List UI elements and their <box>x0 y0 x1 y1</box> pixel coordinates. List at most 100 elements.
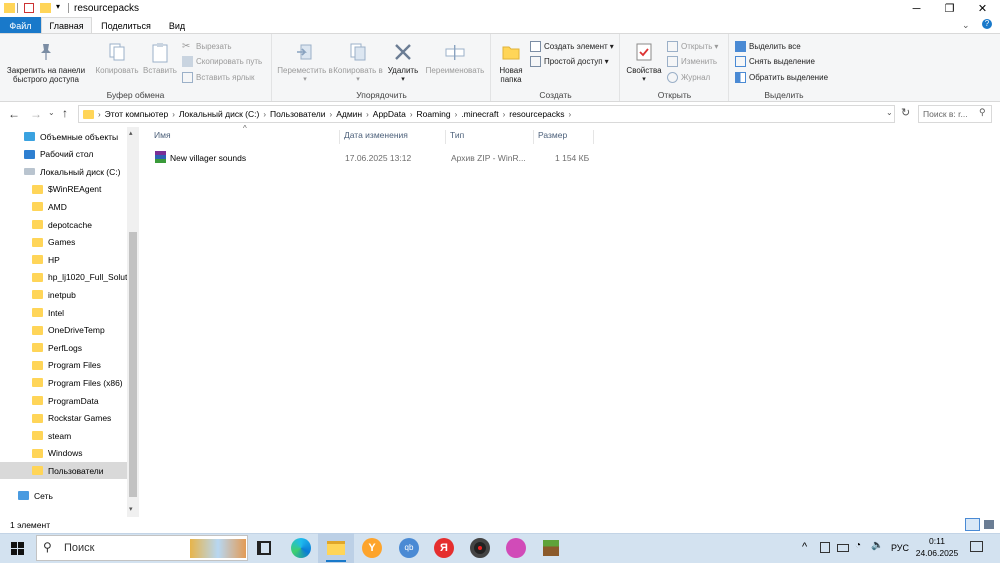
nav-item[interactable]: Program Files <box>0 357 128 374</box>
rename-button[interactable]: Переименовать <box>421 42 489 75</box>
history-button[interactable]: Журнал <box>667 72 710 83</box>
breadcrumb-item[interactable]: Пользователи <box>270 109 325 119</box>
paste-shortcut-button[interactable]: Вставить ярлык <box>182 72 255 83</box>
chevron-right-icon[interactable]: › <box>263 110 266 119</box>
yandex-browser-icon[interactable]: Y <box>362 538 382 558</box>
nav-item[interactable]: $WinREAgent <box>0 181 128 198</box>
tab-share[interactable]: Поделиться <box>96 17 156 34</box>
column-name[interactable]: Имя <box>152 130 340 144</box>
paste-button[interactable]: Вставить <box>142 42 178 75</box>
new-item-button[interactable]: Создать элемент ▾ <box>530 41 614 52</box>
yandex-icon[interactable]: Я <box>434 538 454 558</box>
recorder-icon[interactable] <box>470 538 490 558</box>
chevron-right-icon[interactable]: › <box>569 110 572 119</box>
address-dropdown-icon[interactable]: ⌄ <box>886 108 893 117</box>
game-launcher-icon[interactable] <box>506 538 526 558</box>
show-hidden-icons-icon[interactable]: ^ <box>802 541 807 553</box>
column-type[interactable]: Тип <box>448 130 534 144</box>
chevron-right-icon[interactable]: › <box>366 110 369 119</box>
chevron-right-icon[interactable]: › <box>172 110 175 119</box>
camera-icon[interactable] <box>820 542 830 553</box>
up-arrow-icon[interactable]: ↑ <box>62 106 68 120</box>
forward-arrow-icon[interactable]: → <box>30 107 42 121</box>
nav-item[interactable]: HP <box>0 251 128 268</box>
invert-selection-button[interactable]: Обратить выделение <box>735 72 828 83</box>
nav-item[interactable]: AMD <box>0 198 128 215</box>
file-explorer-icon[interactable] <box>327 541 345 555</box>
nav-item[interactable]: Program Files (x86) <box>0 374 128 391</box>
nav-item[interactable]: depotcache <box>0 216 128 233</box>
nav-item[interactable]: inetpub <box>0 286 128 303</box>
task-view-icon[interactable] <box>257 541 271 555</box>
breadcrumb-item[interactable]: Roaming <box>417 109 451 119</box>
nav-scrollbar[interactable]: ▴ ▾ <box>127 127 139 517</box>
breadcrumb-item[interactable]: Админ <box>336 109 362 119</box>
nav-item[interactable]: hp_lj1020_Full_Solutio <box>0 269 128 286</box>
scroll-up-icon[interactable]: ▴ <box>129 129 133 137</box>
easy-access-button[interactable]: Простой доступ ▾ <box>530 56 609 67</box>
nav-item[interactable]: OneDriveTemp <box>0 322 128 339</box>
back-arrow-icon[interactable]: ← <box>8 107 20 121</box>
refresh-icon[interactable]: ↻ <box>901 106 910 119</box>
nav-item[interactable]: ProgramData <box>0 392 128 409</box>
copy-to-button[interactable]: Копировать в ▾ <box>333 42 383 84</box>
language-indicator[interactable]: РУС <box>891 543 909 553</box>
edge-browser-icon[interactable] <box>291 538 311 558</box>
pin-quick-access-button[interactable]: Закрепить на панели быстрого доступа <box>2 42 90 84</box>
delete-button[interactable]: Удалить ▾ <box>385 42 421 84</box>
maximize-button[interactable]: ❐ <box>933 0 966 17</box>
windows-start-icon[interactable] <box>11 542 24 555</box>
chevron-right-icon[interactable]: › <box>455 110 458 119</box>
recent-locations-icon[interactable]: ⌄ <box>48 108 55 117</box>
battery-icon[interactable] <box>837 544 849 552</box>
tab-file[interactable]: Файл <box>0 17 41 34</box>
notifications-icon[interactable] <box>970 541 983 552</box>
edit-button[interactable]: Изменить <box>667 56 717 67</box>
help-icon[interactable]: ? <box>982 19 992 29</box>
cut-button[interactable]: ✂ Вырезать <box>182 41 232 52</box>
new-folder-quick-icon[interactable] <box>40 3 51 13</box>
select-none-button[interactable]: Снять выделение <box>735 56 815 67</box>
nav-item[interactable]: Объемные объекты <box>0 128 128 145</box>
minecraft-icon[interactable] <box>543 540 559 556</box>
nav-item[interactable]: Intel <box>0 304 128 321</box>
large-icons-view-icon[interactable] <box>984 520 994 529</box>
quick-access-dropdown-icon[interactable]: ▾ <box>56 2 60 11</box>
copy-button[interactable]: Копировать <box>92 42 142 75</box>
nav-item[interactable]: Пользователи <box>0 462 128 480</box>
tab-home[interactable]: Главная <box>41 17 92 34</box>
breadcrumb-item[interactable]: .minecraft <box>461 109 498 119</box>
details-view-icon[interactable] <box>965 518 980 531</box>
nav-item-network[interactable]: Сеть <box>0 487 128 504</box>
move-to-button[interactable]: Переместить в ▾ <box>277 42 333 84</box>
chevron-right-icon[interactable]: › <box>410 110 413 119</box>
close-button[interactable]: ✕ <box>966 0 999 17</box>
taskbar-search-box[interactable]: ⚲ Поиск <box>36 535 248 561</box>
copy-path-button[interactable]: Скопировать путь <box>182 56 262 67</box>
breadcrumb-item[interactable]: AppData <box>373 109 406 119</box>
collapse-ribbon-icon[interactable]: ⌄ <box>962 20 970 31</box>
breadcrumb-item[interactable]: resourcepacks <box>509 109 564 119</box>
breadcrumb-item[interactable]: Локальный диск (C:) <box>179 109 259 119</box>
column-size[interactable]: Размер <box>536 130 594 144</box>
file-name[interactable]: New villager sounds <box>170 153 246 163</box>
scrollbar-thumb[interactable] <box>129 232 137 497</box>
clock[interactable]: 0:11 24.06.2025 <box>912 536 962 558</box>
scroll-down-icon[interactable]: ▾ <box>129 505 133 513</box>
nav-item[interactable]: PerfLogs <box>0 339 128 356</box>
nav-item[interactable]: Rockstar Games <box>0 410 128 427</box>
nav-item[interactable]: steam <box>0 427 128 444</box>
breadcrumb-item[interactable]: Этот компьютер <box>105 109 169 119</box>
column-date[interactable]: Дата изменения <box>342 130 446 144</box>
address-bar[interactable]: › Этот компьютер › Локальный диск (C:) › П… <box>78 105 895 123</box>
new-folder-button[interactable]: Новая папка <box>495 42 527 84</box>
properties-quick-icon[interactable] <box>24 3 34 13</box>
volume-icon[interactable]: 🔈 <box>871 540 883 551</box>
nav-item[interactable]: Windows <box>0 445 128 462</box>
chevron-right-icon[interactable]: › <box>330 110 333 119</box>
chevron-right-icon[interactable]: › <box>98 110 101 119</box>
select-all-button[interactable]: Выделить все <box>735 41 801 52</box>
nav-item[interactable]: Games <box>0 234 128 251</box>
qbittorrent-icon[interactable]: qb <box>399 538 419 558</box>
nav-item[interactable]: Локальный диск (C:) <box>0 163 128 180</box>
